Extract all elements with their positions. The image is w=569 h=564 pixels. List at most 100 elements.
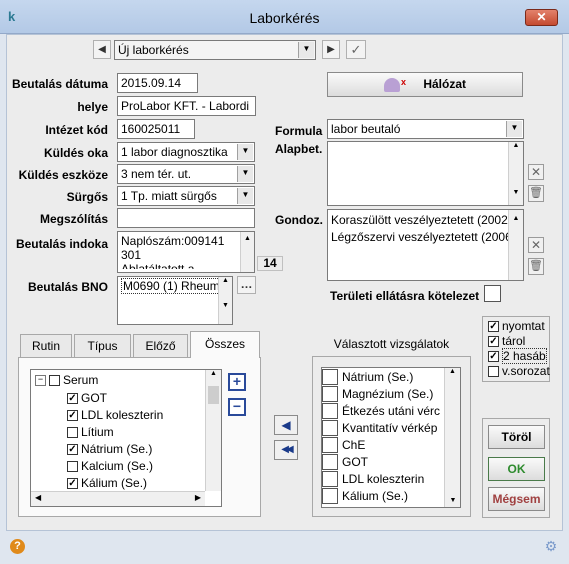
selected-test-item[interactable]: Nátrium (Se.): [322, 369, 440, 386]
helye-field[interactable]: ProLabor KFT. - Labordi: [117, 96, 256, 116]
tree-item[interactable]: ✓ LDL koleszterin: [67, 407, 163, 424]
indoka-scrollbar[interactable]: ▲: [240, 232, 254, 272]
megsem-button[interactable]: Mégsem: [488, 487, 545, 511]
surgos-select[interactable]: 1 Tp. miatt sürgős ▼: [117, 186, 255, 206]
tab-elozo[interactable]: Előző: [133, 334, 188, 357]
selected-tests-list[interactable]: Nátrium (Se.) Magnézium (Se.) Étkezés után…: [321, 367, 461, 508]
chevron-down-icon: ▼: [237, 144, 253, 160]
megszolitas-field[interactable]: [117, 208, 255, 228]
beutalas-datuma-label: Beutalás dátuma: [11, 77, 108, 91]
gondoz-item: Koraszülött veszélyeztetett (2002: [331, 213, 508, 227]
tree-item-checkbox[interactable]: ✓: [67, 478, 78, 490]
tab-rutin[interactable]: Rutin: [20, 334, 72, 357]
option-item[interactable]: ✓ tárol: [488, 334, 550, 349]
option-label: 2 hasáb: [502, 348, 547, 364]
indoka-line: Ablatáltatott a: [121, 262, 195, 269]
alapbet-label: Alapbet.: [275, 142, 323, 156]
alapbet-remove-icon[interactable]: ✕: [528, 164, 544, 180]
settings-gear-icon[interactable]: ⚙: [543, 538, 559, 554]
tree-item-checkbox[interactable]: ✓: [67, 444, 78, 456]
test-tree[interactable]: − Serum ✓ GOT ✓ LDL koleszterin Lítium ✓ Nátriu…: [30, 369, 222, 507]
move-left-button[interactable]: ◀: [274, 415, 298, 435]
kuldes-oka-value: 1 labor diagnosztika: [121, 145, 228, 159]
tree-item[interactable]: Lítium: [67, 424, 163, 441]
intezet-kod-field[interactable]: 160025011: [117, 119, 195, 139]
kuldes-eszkoze-select[interactable]: 3 nem tér. ut. ▼: [117, 164, 255, 184]
gondoz-remove-icon[interactable]: ✕: [528, 237, 544, 253]
tree-item-checkbox[interactable]: ✓: [67, 393, 78, 405]
tree-item-checkbox[interactable]: [67, 461, 78, 473]
selected-item-marker: [322, 369, 338, 385]
tree-item-label: LDL koleszterin: [81, 408, 164, 422]
tree-root[interactable]: − Serum: [35, 372, 98, 389]
scroll-up-icon: ▲: [512, 142, 520, 149]
selected-item-label: Kvantitatív vérkép: [342, 421, 438, 435]
option-checkbox[interactable]: [488, 366, 499, 378]
scroll-down-icon: ▼: [509, 274, 523, 280]
option-item[interactable]: ✓ nyomtat: [488, 319, 550, 334]
help-icon[interactable]: ?: [10, 539, 25, 554]
tree-item[interactable]: ✓ Kálium (Se.): [67, 475, 163, 492]
tab-osszes[interactable]: Összes: [190, 331, 260, 358]
tree-item[interactable]: Kalcium (Se.): [67, 458, 163, 475]
selected-item-marker: [322, 420, 338, 436]
scroll-up-icon: ▲: [222, 277, 229, 284]
tree-vscrollbar[interactable]: ▲: [205, 370, 221, 491]
move-all-left-button[interactable]: ◀◀: [274, 440, 298, 460]
alapbet-list[interactable]: ▲ ▼: [327, 141, 524, 206]
gondoz-scrollbar[interactable]: ▲ ▼: [508, 210, 523, 280]
tree-item-checkbox[interactable]: [67, 427, 78, 439]
option-checkbox[interactable]: ✓: [488, 321, 499, 333]
next-record-button[interactable]: ▶: [322, 40, 340, 59]
selected-test-item[interactable]: GOT: [322, 454, 440, 471]
beutalas-bno-list[interactable]: M0690 (1) Rheum ▲ ▼: [117, 276, 233, 325]
bno-scrollbar[interactable]: ▲ ▼: [218, 277, 232, 324]
selected-test-item[interactable]: Magnézium (Se.): [322, 386, 440, 403]
option-label: v.sorozat: [502, 364, 550, 378]
tree-item[interactable]: ✓ Nátrium (Se.): [67, 441, 163, 458]
record-selector[interactable]: Új laborkérés ▼: [114, 40, 316, 60]
bno-browse-button[interactable]: …: [237, 276, 256, 294]
scroll-thumb[interactable]: [208, 386, 219, 404]
ok-button[interactable]: OK: [488, 457, 545, 481]
tree-item[interactable]: ✓ GOT: [67, 390, 163, 407]
selected-test-item[interactable]: LDL koleszterin: [322, 471, 440, 488]
beutalas-indoka-label: Beutalás indoka: [15, 237, 108, 251]
torol-button[interactable]: Töröl: [488, 425, 545, 449]
selected-test-item[interactable]: Kálium (Se.): [322, 488, 440, 505]
expand-all-button[interactable]: +: [228, 373, 246, 391]
beutalas-indoka-textarea[interactable]: Naplószám:009141 301 Ablatáltatott a ▲: [117, 231, 255, 273]
tree-root-checkbox[interactable]: [49, 375, 60, 387]
option-item[interactable]: ✓ 2 hasáb: [488, 348, 550, 364]
gondoz-trash-icon[interactable]: 🗑: [528, 258, 544, 275]
prev-record-button[interactable]: ◀: [93, 40, 111, 59]
collapse-all-button[interactable]: −: [228, 398, 246, 416]
confirm-check-icon[interactable]: ✓: [346, 40, 366, 59]
selected-scrollbar[interactable]: ▲ ▼: [444, 368, 460, 507]
chevron-down-icon: ▼: [237, 188, 253, 204]
formula-select[interactable]: labor beutaló ▼: [327, 119, 524, 139]
alapbet-scrollbar[interactable]: ▲ ▼: [508, 142, 523, 205]
beutalas-datuma-field[interactable]: 2015.09.14: [117, 73, 198, 93]
tree-root-label: Serum: [63, 373, 99, 387]
option-checkbox[interactable]: ✓: [488, 351, 499, 363]
close-button[interactable]: ✕: [525, 9, 558, 26]
teruleti-label: Területi ellátásra kötelezet: [330, 289, 480, 303]
gondoz-list[interactable]: Koraszülött veszélyeztetett (2002 Légzős…: [327, 209, 524, 281]
selected-test-item[interactable]: Kvantitatív vérkép: [322, 420, 440, 437]
tree-hscrollbar[interactable]: ◀ ▶: [31, 491, 205, 506]
option-item[interactable]: v.sorozat: [488, 364, 550, 379]
tree-item-checkbox[interactable]: ✓: [67, 410, 78, 422]
selected-item-label: GOT: [342, 455, 368, 469]
tab-tipus[interactable]: Típus: [74, 334, 131, 357]
kuldes-oka-select[interactable]: 1 labor diagnosztika ▼: [117, 142, 255, 162]
option-checkbox[interactable]: ✓: [488, 336, 499, 348]
halozat-button[interactable]: x Hálózat: [327, 72, 523, 97]
selected-test-item[interactable]: Étkezés utáni vérc: [322, 403, 440, 420]
surgos-value: 1 Tp. miatt sürgős: [121, 189, 217, 203]
collapse-icon[interactable]: −: [35, 375, 46, 387]
selected-test-item[interactable]: ChE: [322, 437, 440, 454]
selected-tests-title: Választott vizsgálatok: [333, 337, 450, 351]
alapbet-trash-icon[interactable]: 🗑: [528, 185, 544, 202]
teruleti-checkbox[interactable]: [484, 285, 501, 302]
